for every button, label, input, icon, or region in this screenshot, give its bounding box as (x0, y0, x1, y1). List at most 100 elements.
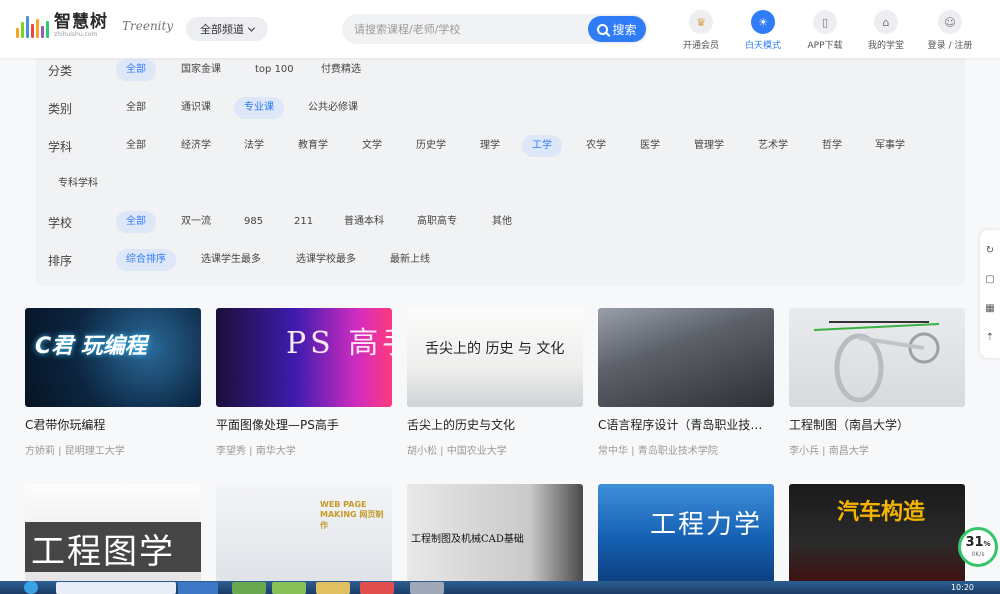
search-button[interactable]: 搜索 (588, 16, 646, 42)
logo-bars-icon (16, 16, 49, 38)
filter-option[interactable]: 其他 (482, 211, 522, 233)
filter-row-school: 学校 全部 双一流 985 211 普通本科 高职高专 其他 (36, 207, 965, 235)
taskbar-item[interactable] (410, 582, 444, 594)
filter-option[interactable]: 985 (234, 211, 273, 233)
side-float-toolbar: ↻ ▢ ▦ ⇡ (980, 230, 1000, 358)
helicopter-image (813, 321, 940, 403)
filter-panel: 分类 全部 国家金课 top 100 付费精选 类别 全部 通识课 专业课 公共… (36, 52, 965, 286)
refresh-icon[interactable]: ↻ (986, 245, 994, 256)
filter-option[interactable]: 历史学 (406, 135, 456, 157)
logo[interactable]: 智慧树 zhihuishu.com Treenity (16, 12, 173, 38)
sort-option[interactable]: 综合排序 (116, 249, 176, 271)
logo-en: Treenity (122, 19, 174, 33)
filter-option[interactable]: 高职高专 (407, 211, 467, 233)
course-card[interactable]: 工程图学 (25, 484, 201, 583)
nav-day-mode[interactable]: ☀ 白天模式 (728, 10, 798, 51)
filter-option[interactable]: 理学 (470, 135, 510, 157)
course-thumbnail[interactable]: 工程制图及机械CAD基础 (407, 484, 583, 583)
nav-login[interactable]: ☺ 登录 / 注册 (915, 10, 985, 51)
course-title[interactable]: 舌尖上的历史与文化 (407, 416, 583, 433)
filter-option[interactable]: 文学 (352, 135, 392, 157)
nav-membership[interactable]: ♛ 开通会员 (666, 10, 736, 51)
filter-option[interactable]: 医学 (630, 135, 670, 157)
message-icon[interactable]: ▢ (985, 274, 994, 285)
filter-option[interactable]: 工学 (522, 135, 562, 157)
filter-option[interactable]: 专业课 (234, 97, 284, 119)
course-thumbnail[interactable] (789, 308, 965, 407)
filter-option[interactable]: 全部 (116, 59, 156, 81)
taskbar-item[interactable] (232, 582, 266, 594)
nav-my-classroom[interactable]: ⌂ 我的学堂 (851, 10, 921, 51)
filter-option[interactable]: 公共必修课 (298, 97, 368, 119)
thumbnail-text: 汽车构造 (837, 500, 926, 525)
filter-option[interactable]: 法学 (234, 135, 274, 157)
course-thumbnail[interactable]: 工程图学 (25, 484, 201, 583)
taskbar-item[interactable] (360, 582, 394, 594)
filter-option[interactable]: 专科学科 (48, 173, 108, 195)
course-title[interactable]: C语言程序设计（青岛职业技术学院） (598, 416, 774, 433)
taskbar-item[interactable] (272, 582, 306, 594)
course-title[interactable]: 工程制图（南昌大学） (789, 416, 965, 433)
course-thumbnail[interactable]: PS 高手 (216, 308, 392, 407)
course-card[interactable]: 汽车构造 (789, 484, 965, 583)
filter-option[interactable]: 军事学 (865, 135, 915, 157)
filter-option[interactable]: 哲学 (812, 135, 852, 157)
filter-option[interactable]: 双一流 (171, 211, 221, 233)
taskbar-item[interactable] (178, 582, 218, 594)
course-card[interactable]: 舌尖上的 历史 与 文化 舌尖上的历史与文化 胡小松 | 中国农业大学 (407, 308, 583, 457)
phone-icon: ▯ (813, 10, 837, 34)
sort-option[interactable]: 最新上线 (380, 249, 440, 271)
filter-option[interactable]: 农学 (576, 135, 616, 157)
top-icon[interactable]: ⇡ (986, 332, 994, 343)
filter-option[interactable]: top 100 (245, 59, 304, 81)
filter-option[interactable]: 经济学 (171, 135, 221, 157)
filter-option[interactable]: 艺术学 (748, 135, 798, 157)
start-button[interactable] (24, 581, 38, 594)
nav-day-mode-label: 白天模式 (744, 41, 781, 51)
sort-option[interactable]: 选课学校最多 (286, 249, 366, 271)
os-taskbar: 10:20 (0, 581, 1000, 594)
course-card[interactable]: 工程制图（南昌大学） 李小兵 | 南昌大学 (789, 308, 965, 457)
course-card[interactable]: PS 高手 平面图像处理—PS高手 李望秀 | 南华大学 (216, 308, 392, 457)
filter-row-subject-extra: 专科学科 (36, 169, 965, 197)
course-thumbnail[interactable]: C君 玩编程 (25, 308, 201, 407)
network-speed-widget[interactable]: 31% 0K/s (958, 527, 998, 567)
filter-option[interactable]: 通识课 (171, 97, 221, 119)
course-thumbnail[interactable] (598, 308, 774, 407)
course-thumbnail[interactable]: 舌尖上的 历史 与 文化 (407, 308, 583, 407)
nav-login-label: 登录 / 注册 (927, 41, 973, 51)
filter-option[interactable]: 211 (284, 211, 323, 233)
channel-dropdown[interactable]: 全部频道 (186, 17, 268, 41)
search-input[interactable] (354, 14, 584, 44)
filter-option[interactable]: 普通本科 (334, 211, 394, 233)
course-thumbnail[interactable]: 工程力学 (598, 484, 774, 583)
search-button-label: 搜索 (612, 22, 637, 37)
qrcode-icon[interactable]: ▦ (985, 303, 994, 314)
course-title[interactable]: 平面图像处理—PS高手 (216, 416, 392, 433)
course-teacher-school: 胡小松 | 中国农业大学 (407, 446, 507, 457)
course-card[interactable]: 工程制图及机械CAD基础 (407, 484, 583, 583)
course-card[interactable]: WEB PAGE MAKING 网页制作 (216, 484, 392, 583)
course-teacher-school: 李小兵 | 南昌大学 (789, 446, 869, 457)
course-card[interactable]: 工程力学 (598, 484, 774, 583)
nav-membership-label: 开通会员 (682, 41, 719, 51)
filter-option[interactable]: 管理学 (684, 135, 734, 157)
filter-option[interactable]: 国家金课 (171, 59, 231, 81)
taskbar-item[interactable] (316, 582, 350, 594)
filter-option[interactable]: 教育学 (288, 135, 338, 157)
speed-percent: 31% (965, 536, 990, 549)
filter-option[interactable]: 全部 (116, 135, 156, 157)
filter-option[interactable]: 付费精选 (311, 59, 371, 81)
filter-option[interactable]: 全部 (116, 211, 156, 233)
course-thumbnail[interactable]: WEB PAGE MAKING 网页制作 (216, 484, 392, 583)
course-card[interactable]: C君 玩编程 C君带你玩编程 方娇莉 | 昆明理工大学 (25, 308, 201, 457)
taskbar-browser-window[interactable] (56, 582, 176, 594)
logo-cn: 智慧树 (54, 12, 108, 32)
course-card[interactable]: C语言程序设计（青岛职业技术学院） 常中华 | 青岛职业技术学院 (598, 308, 774, 457)
sort-option[interactable]: 选课学生最多 (191, 249, 271, 271)
filter-option[interactable]: 全部 (116, 97, 156, 119)
nav-app-download[interactable]: ▯ APP下载 (790, 10, 860, 51)
course-thumbnail[interactable]: 汽车构造 (789, 484, 965, 583)
filter-label: 排序 (48, 254, 73, 268)
course-title[interactable]: C君带你玩编程 (25, 416, 201, 433)
